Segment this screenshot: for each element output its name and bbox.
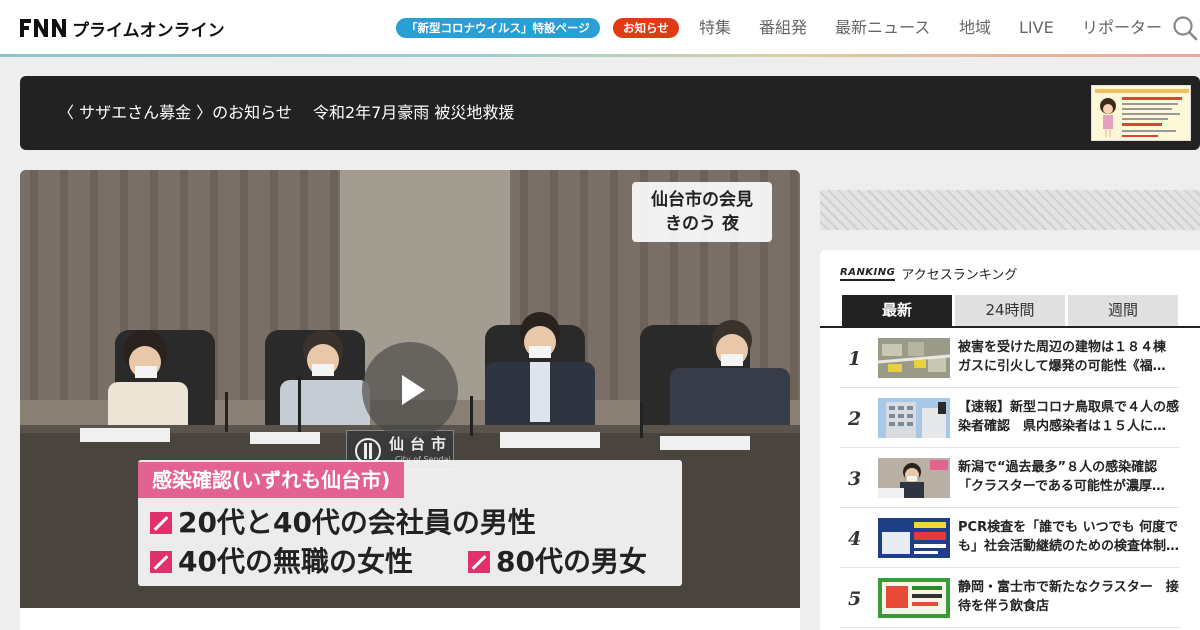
nav-latest-news[interactable]: 最新ニュース — [835, 18, 930, 38]
caption-line-2: きのう 夜 — [665, 214, 739, 234]
main-video-card: 仙台市 City of Sendai 仙台市の会見 きのう 夜 感染確認(いずれ… — [20, 170, 800, 630]
article-thumbnail-map — [878, 338, 950, 378]
corona-special-link[interactable]: 「新型コロナウイルス」特設ページ — [396, 18, 600, 38]
telop-bullet-icon — [468, 551, 490, 573]
ranking-title: アクセスランキング — [901, 268, 1018, 283]
telop-bullet-icon — [150, 551, 172, 573]
video-caption-box: 仙台市の会見 きのう 夜 — [632, 182, 772, 242]
fnn-logo-mark — [20, 19, 66, 37]
ranking-tabs: 最新 24時間 週間 — [842, 295, 1181, 326]
tab-latest[interactable]: 最新 — [842, 295, 952, 326]
nav-reporters[interactable]: リポーター — [1082, 18, 1162, 38]
telop-row-2a: 40代の無職の女性 — [150, 544, 413, 580]
banner-text: 〈 サザエさん募金 〉のお知らせ 令和2年7月豪雨 被災地救援 — [58, 103, 515, 122]
ranking-item-1[interactable]: 1 被害を受けた周辺の建物は１８４棟 ガスに引火して爆発の可能性《福… — [840, 328, 1180, 388]
telop-heading: 感染確認(いずれも仙台市) — [138, 462, 405, 498]
ranking-item-3[interactable]: 3 新潟で“過去最多”８人の感染確認 「クラスターである可能性が濃厚… — [840, 448, 1180, 508]
article-thumbnail-pcr — [878, 518, 950, 558]
caption-line-1: 仙台市の会見 — [651, 190, 753, 210]
article-thumbnail-sign — [878, 578, 950, 618]
ranking-item-4[interactable]: 4 PCR検査を「誰でも いつでも 何度でも」社会活動継続のための検査体制… — [840, 508, 1180, 568]
nav-features[interactable]: 特集 — [699, 18, 731, 38]
ranking-item-5[interactable]: 5 静岡・富士市で新たなクラスター 接待を伴う飲食店 — [840, 568, 1180, 628]
nav-live[interactable]: LIVE — [1019, 18, 1054, 38]
play-button-icon[interactable] — [362, 342, 458, 438]
article-title: 静岡・富士市で新たなクラスター 接待を伴う飲食店 — [958, 580, 1179, 614]
tab-24h[interactable]: 24時間 — [955, 295, 1065, 326]
rank-number: 4 — [848, 528, 862, 550]
article-title: 【速報】新型コロナ鳥取県で４人の感染者確認 県内感染者は１５人に… — [958, 400, 1180, 434]
rank-number: 1 — [848, 348, 862, 370]
notice-link[interactable]: お知らせ — [613, 18, 679, 38]
ranking-heading: RANKING アクセスランキング — [840, 264, 1017, 283]
article-thumbnail-press — [878, 458, 950, 498]
ranking-item-2[interactable]: 2 【速報】新型コロナ鳥取県で４人の感染者確認 県内感染者は１５人に… — [840, 388, 1180, 448]
nav-regions[interactable]: 地域 — [959, 18, 991, 38]
article-title: 被害を受けた周辺の建物は１８４棟 ガスに引火して爆発の可能性《福… — [958, 340, 1180, 374]
telop-row-2b-text: 80代の男女 — [496, 545, 647, 578]
ranking-tag: RANKING — [840, 267, 896, 281]
news-video-player[interactable]: 仙台市 City of Sendai 仙台市の会見 きのう 夜 感染確認(いずれ… — [20, 170, 800, 608]
rank-number: 3 — [848, 468, 862, 490]
ad-placeholder — [820, 190, 1200, 230]
telop-row-1: 20代と40代の会社員の男性 — [150, 505, 536, 541]
logo-text: プライムオンライン — [72, 20, 225, 41]
banner-thumbnail-image — [1091, 85, 1191, 141]
rank-number: 2 — [848, 408, 862, 430]
sazae-fund-banner[interactable]: 〈 サザエさん募金 〉のお知らせ 令和2年7月豪雨 被災地救援 — [20, 76, 1200, 150]
nav-programs[interactable]: 番組発 — [759, 18, 807, 38]
rank-number: 5 — [848, 588, 862, 610]
ranking-panel: RANKING アクセスランキング 最新 24時間 週間 1 被害を受けた周辺の… — [820, 250, 1200, 630]
site-logo[interactable]: プライムオンライン — [20, 17, 225, 41]
search-icon[interactable] — [1172, 15, 1198, 41]
telop-row-2a-text: 40代の無職の女性 — [178, 545, 413, 578]
article-title: PCR検査を「誰でも いつでも 何度でも」社会活動継続のための検査体制… — [958, 520, 1180, 554]
telop-bullet-icon — [150, 512, 172, 534]
header-gradient-divider — [0, 54, 1200, 57]
article-thumbnail-building — [878, 398, 950, 438]
telop-row-1-text: 20代と40代の会社員の男性 — [178, 506, 536, 539]
article-title: 新潟で“過去最多”８人の感染確認 「クラスターである可能性が濃厚… — [958, 460, 1171, 494]
telop-row-2b: 80代の男女 — [468, 544, 647, 580]
tab-weekly[interactable]: 週間 — [1068, 295, 1178, 326]
site-header: プライムオンライン 「新型コロナウイルス」特設ページ お知らせ 特集 番組発 最… — [0, 0, 1200, 54]
